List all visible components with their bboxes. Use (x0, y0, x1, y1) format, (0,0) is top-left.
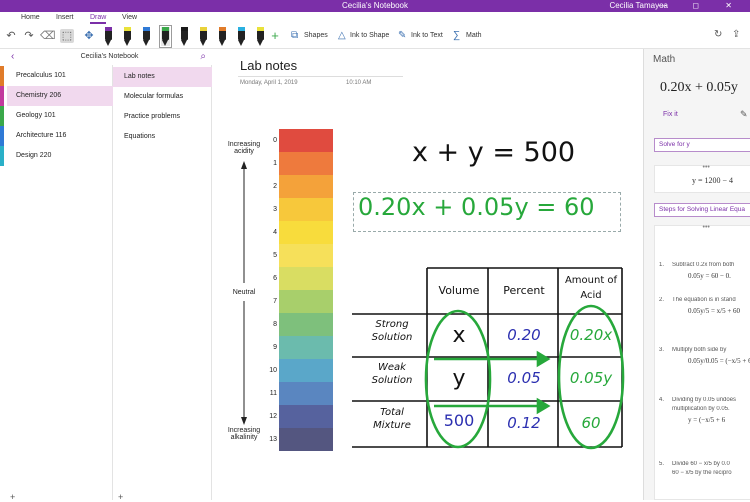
section-item[interactable]: Geology 101 (7, 106, 113, 126)
steps-dropdown[interactable]: Steps for Solving Linear Equa (654, 203, 750, 217)
pen-8[interactable] (237, 27, 246, 46)
steps-drag-handle[interactable]: ••• (703, 224, 710, 231)
table-cell-percent[interactable]: 0.20 (491, 326, 557, 344)
lasso-select-icon[interactable]: ⬚ (60, 29, 74, 43)
pen-1[interactable] (104, 27, 113, 46)
draw-toolbar: ↶ ↷ ⌫ ⬚ ✥ + ⧉ Shapes △ Ink to Shape ✎ In… (0, 25, 750, 49)
table-cell-amount[interactable]: 0.05y (560, 369, 622, 387)
section-color-tab (0, 106, 4, 126)
page-item[interactable]: Practice problems (113, 107, 212, 127)
table-cell-percent[interactable]: 0.12 (491, 414, 557, 432)
tab-view[interactable]: View (122, 14, 137, 21)
notebook-name[interactable]: Cecilia's Notebook (81, 53, 139, 60)
section-item[interactable]: Design 220 (7, 146, 113, 166)
table-row-label[interactable]: Weak Solution (360, 361, 424, 387)
math-result: y = 1200 − 4 (692, 176, 734, 185)
section-color-tab (0, 146, 4, 166)
tab-home[interactable]: Home (21, 14, 40, 21)
step-number: 2. (659, 297, 665, 303)
back-icon[interactable]: ‹ (11, 49, 14, 65)
math-expression: 0.20x + 0.05y (660, 80, 738, 95)
section-list: Precalculus 101 Chemistry 206 Geology 101 A… (7, 65, 113, 500)
table-row-label[interactable]: Total Mixture (360, 406, 424, 432)
sync-icon[interactable]: ↻ (714, 29, 722, 40)
page-canvas[interactable]: Lab notes Monday, April 1, 2019 10:10 AM… (212, 49, 643, 500)
step-equation: 0.05y/5 = x/5 + 60 (688, 307, 741, 315)
section-color-tab (0, 86, 4, 106)
step-text: Multiply both side by (672, 347, 727, 353)
shapes-icon: ⧉ (291, 30, 299, 41)
step-number: 1. (659, 262, 665, 268)
title-bar: Cecilia's Notebook Cecilia Tamayoa — ◻ ✕ (0, 0, 750, 12)
step-number: 4. (659, 397, 665, 403)
solve-for-dropdown[interactable]: Solve for y (654, 138, 750, 152)
pen-4[interactable] (159, 25, 172, 48)
step-text: Subtract 0.2x from both (672, 262, 735, 268)
step-number: 5. (659, 461, 665, 467)
ink-to-text-button[interactable]: Ink to Text (411, 32, 443, 39)
pen-7[interactable] (218, 27, 227, 46)
search-icon[interactable]: ⌕ (200, 49, 206, 65)
step-equation: y = (−x/5 + 6 (688, 416, 726, 424)
step-text: The equation is in stand (672, 297, 736, 303)
redo-icon[interactable]: ↷ (22, 29, 36, 43)
section-color-tab (0, 66, 4, 86)
step-equation: 0.05y = 60 − 0. (688, 272, 731, 280)
table-cell-volume[interactable]: 500 (430, 411, 488, 430)
step-equation: 0.05y/0.05 = (−x/5 + 6 (688, 357, 750, 365)
table-cell-amount[interactable]: 60 (560, 414, 622, 432)
share-icon[interactable]: ⇪ (732, 29, 740, 40)
pen-9[interactable] (256, 27, 265, 46)
step-text: Dividing by 0.05 undoes (672, 397, 737, 403)
table-header-percent[interactable]: Percent (491, 284, 557, 297)
pan-icon[interactable]: ✥ (82, 29, 96, 43)
section-item[interactable]: Chemistry 206 (7, 86, 113, 106)
table-header-volume[interactable]: Volume (430, 284, 488, 297)
ribbon-tabs: Home Insert Draw View (0, 12, 750, 25)
step-text-continued: multiplication by 0.05. (672, 406, 730, 412)
pen-5[interactable] (180, 27, 189, 46)
add-pen-icon[interactable]: + (268, 29, 282, 43)
table-header-amount[interactable]: Amount of Acid (560, 273, 622, 303)
drag-handle[interactable]: ••• (703, 164, 710, 171)
ink-to-text-icon: ✎ (398, 30, 407, 41)
step-text: Divide 60 − x/5 by 0.0 (672, 461, 730, 467)
undo-icon[interactable]: ↶ (4, 29, 18, 43)
eraser-icon[interactable]: ⌫ (40, 29, 56, 43)
table-cell-amount[interactable]: 0.20x (560, 326, 622, 344)
page-item[interactable]: Equations (113, 127, 212, 147)
section-color-strip (0, 49, 7, 500)
ink-icon[interactable]: ✎ (740, 109, 748, 120)
table-row-label[interactable]: Strong Solution (360, 318, 424, 344)
pen-2[interactable] (123, 27, 132, 46)
step-text-continued: 60 − x/5 by the recipro (672, 470, 732, 476)
page-item[interactable]: Lab notes (113, 67, 212, 87)
fix-it-link[interactable]: Fix it (663, 111, 678, 118)
section-item[interactable]: Architecture 116 (7, 126, 113, 146)
add-section-icon[interactable]: + (10, 492, 15, 502)
tab-insert[interactable]: Insert (56, 14, 74, 21)
ink-to-shape-icon: △ (338, 30, 346, 41)
step-number: 3. (659, 347, 665, 353)
notebook-header: ‹ Cecilia's Notebook ⌕ (7, 49, 212, 65)
math-button[interactable]: Math (466, 32, 482, 39)
table-cell-volume[interactable]: y (430, 366, 488, 391)
table-cell-percent[interactable]: 0.05 (491, 369, 557, 387)
tab-draw[interactable]: Draw (90, 14, 107, 24)
pen-3[interactable] (142, 27, 151, 46)
page-list: Lab notes Molecular formulas Practice prob… (113, 65, 212, 500)
pen-6[interactable] (199, 27, 208, 46)
math-panel-title: Math (653, 54, 676, 65)
add-page-icon[interactable]: + (118, 492, 123, 502)
section-color-tab (0, 126, 4, 146)
shapes-button[interactable]: Shapes (304, 32, 328, 39)
table-cell-volume[interactable]: x (430, 323, 488, 348)
section-item[interactable]: Precalculus 101 (7, 66, 113, 86)
page-item[interactable]: Molecular formulas (113, 87, 212, 107)
math-icon: ∑ (453, 30, 461, 41)
math-panel: Math 0.20x + 0.05y Fix it ✎ Solve for y … (643, 49, 750, 500)
ink-to-shape-button[interactable]: Ink to Shape (350, 32, 389, 39)
window-controls[interactable]: — ◻ ✕ (658, 0, 744, 12)
